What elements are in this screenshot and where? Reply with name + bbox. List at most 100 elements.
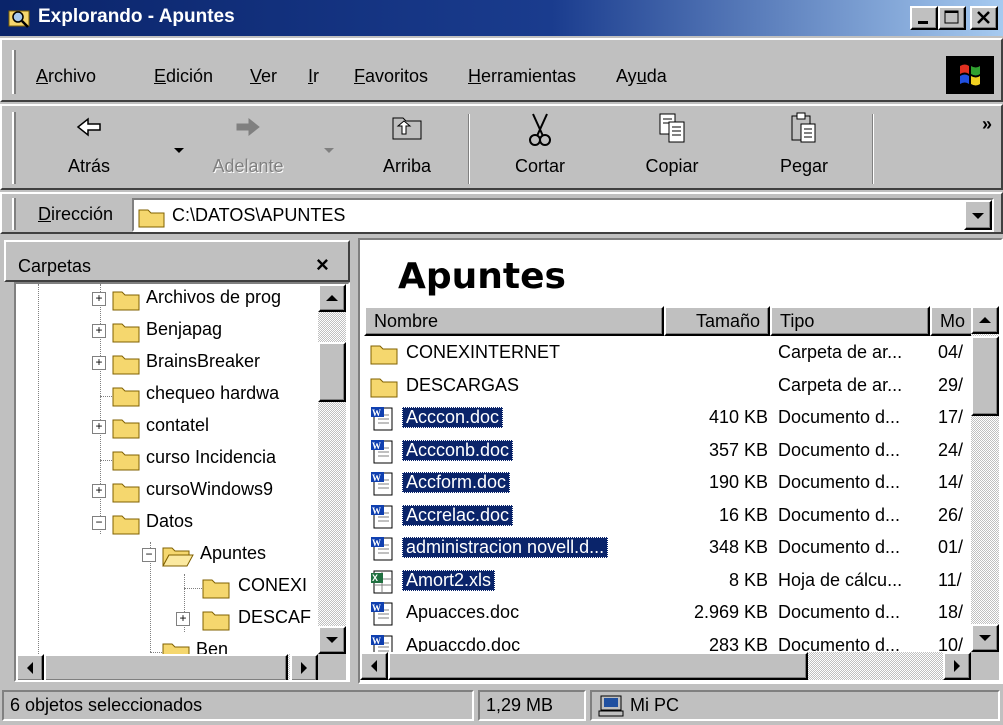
file-name[interactable]: Apuacces.doc [402, 602, 523, 623]
file-name[interactable]: Accform.doc [402, 472, 511, 493]
file-row[interactable]: folder-iconDESCARGAS Carpeta de ar... 29/ [366, 371, 972, 403]
copy-button[interactable]: Copiar [622, 110, 722, 186]
scissors-icon [529, 113, 551, 146]
scroll-up-button[interactable] [318, 284, 346, 312]
title-bar[interactable]: Explorando - Apuntes [0, 0, 1003, 36]
address-dropdown-button[interactable] [964, 200, 992, 230]
column-header-type[interactable]: Tipo [770, 306, 930, 336]
paste-button[interactable]: Pegar [754, 110, 854, 186]
folder-icon [112, 483, 140, 503]
back-label: Atrás [67, 156, 110, 176]
file-row[interactable]: excel-sheet-iconXAmort2.xls 8 KB Hoja de c… [366, 566, 972, 598]
file-row[interactable]: word-doc-iconWadministracion novell.d...… [366, 533, 972, 565]
chevron-up-icon [326, 295, 338, 301]
file-modified: 04/ [938, 342, 964, 362]
folder-heading: Apuntes [398, 256, 566, 297]
scroll-thumb[interactable] [971, 336, 999, 416]
close-button[interactable] [970, 6, 998, 30]
chevron-up-icon [979, 317, 991, 323]
folders-panel: Carpetas × + Archivos de prog + Benjapag… [0, 240, 354, 684]
menu-herramientas[interactable]: Herramientas [468, 66, 576, 87]
paste-icon [791, 112, 816, 143]
scroll-right-button[interactable] [943, 652, 971, 680]
minimize-button[interactable] [910, 6, 938, 30]
tree-expand-icon[interactable]: + [92, 484, 106, 498]
file-row[interactable]: word-doc-iconWAccform.doc 190 KB Documento… [366, 468, 972, 500]
file-modified: 24/ [938, 439, 964, 460]
forward-arrow-icon [236, 117, 260, 137]
back-button[interactable]: Atrás [52, 110, 126, 186]
svg-text:W: W [372, 441, 381, 451]
scroll-down-button[interactable] [318, 626, 346, 654]
folders-panel-close-icon[interactable]: × [316, 252, 329, 278]
scroll-left-button[interactable] [360, 652, 388, 680]
file-name[interactable]: administracion novell.d... [402, 537, 609, 558]
file-row[interactable]: word-doc-iconWAccconb.doc 357 KB Documento… [366, 436, 972, 468]
folder-tree-vscrollbar[interactable] [318, 284, 346, 654]
scroll-thumb[interactable] [44, 654, 288, 680]
file-list-panel: Apuntes Nombre Tamaño Tipo Mo folder-ico… [358, 238, 1003, 684]
file-list-vscrollbar[interactable] [971, 306, 999, 652]
toolbar-overflow-chevron-icon[interactable]: » [982, 114, 992, 135]
scroll-left-button[interactable] [16, 654, 44, 680]
word-doc-icon: word-doc-iconW [370, 504, 398, 530]
menu-grip[interactable] [12, 50, 16, 94]
menu-archivo[interactable]: Archivo [36, 66, 96, 87]
menu-ir[interactable]: Ir [308, 66, 319, 87]
file-row[interactable]: word-doc-iconWApuacces.doc 2.969 KB Docume… [366, 598, 972, 630]
address-field[interactable]: C:\DATOS\APUNTES [132, 198, 994, 232]
scroll-down-button[interactable] [971, 624, 999, 652]
file-list-hscrollbar[interactable] [360, 652, 971, 680]
folder-tree[interactable]: + Archivos de prog + Benjapag + BrainsBr… [14, 282, 350, 682]
menu-ayuda[interactable]: Ayuda [616, 66, 667, 87]
scroll-up-button[interactable] [971, 306, 999, 334]
svg-text:W: W [372, 538, 381, 548]
tree-collapse-icon[interactable]: − [142, 548, 156, 562]
menu-edicion[interactable]: Edición [154, 66, 213, 87]
folder-tree-hscrollbar[interactable] [16, 654, 318, 680]
maximize-button[interactable] [938, 6, 966, 30]
scroll-thumb[interactable] [318, 342, 346, 402]
menu-ver[interactable]: Ver [250, 66, 277, 87]
cut-button[interactable]: Cortar [490, 110, 590, 186]
forward-button[interactable]: Adelante [198, 110, 298, 186]
file-name[interactable]: Acccon.doc [402, 407, 504, 428]
file-name[interactable]: Amort2.xls [402, 569, 496, 591]
toolbar-grip[interactable] [12, 112, 16, 184]
forward-dropdown-arrow[interactable] [324, 148, 334, 153]
paste-label: Pegar [779, 156, 829, 176]
tree-expand-icon[interactable]: + [92, 420, 106, 434]
column-header-size[interactable]: Tamaño [664, 306, 770, 336]
tree-expand-icon[interactable]: + [176, 612, 190, 626]
file-row[interactable]: word-doc-iconWAccrelac.doc 16 KB Documento… [366, 501, 972, 533]
file-row[interactable]: word-doc-iconWAcccon.doc 410 KB Documento … [366, 403, 972, 435]
up-folder-icon [392, 117, 422, 140]
menu-bar: Archivo Edición Ver Ir Favoritos Herrami… [0, 38, 1003, 102]
status-selection-count: 6 objetos seleccionados [2, 690, 474, 721]
tree-item-label: DESCAF [238, 607, 312, 627]
chevron-right-icon [954, 660, 960, 672]
windows-logo-icon [946, 56, 994, 94]
file-name[interactable]: DESCARGAS [402, 375, 523, 396]
menu-favoritos[interactable]: Favoritos [354, 66, 428, 87]
my-computer-icon [598, 695, 624, 717]
tree-expand-icon[interactable]: + [92, 292, 106, 306]
word-doc-icon: word-doc-iconW [370, 536, 398, 562]
file-size: 8 KB [728, 569, 768, 590]
tree-collapse-icon[interactable]: − [92, 516, 106, 530]
back-dropdown-arrow[interactable] [174, 148, 184, 153]
file-modified: 14/ [938, 472, 964, 492]
address-grip[interactable] [12, 198, 16, 230]
file-name[interactable]: CONEXINTERNET [402, 342, 564, 363]
file-row[interactable]: folder-iconCONEXINTERNET Carpeta de ar...… [366, 338, 972, 370]
column-header-modified[interactable]: Mo [930, 306, 975, 336]
tree-expand-icon[interactable]: + [92, 356, 106, 370]
scroll-right-button[interactable] [290, 654, 318, 680]
tree-expand-icon[interactable]: + [92, 324, 106, 338]
file-name[interactable]: Accconb.doc [402, 439, 514, 461]
file-name[interactable]: Accrelac.doc [402, 504, 514, 526]
word-doc-icon: word-doc-iconW [370, 406, 398, 432]
up-button[interactable]: Arriba [362, 110, 452, 186]
column-header-name[interactable]: Nombre [364, 306, 664, 336]
scroll-thumb[interactable] [388, 652, 808, 680]
